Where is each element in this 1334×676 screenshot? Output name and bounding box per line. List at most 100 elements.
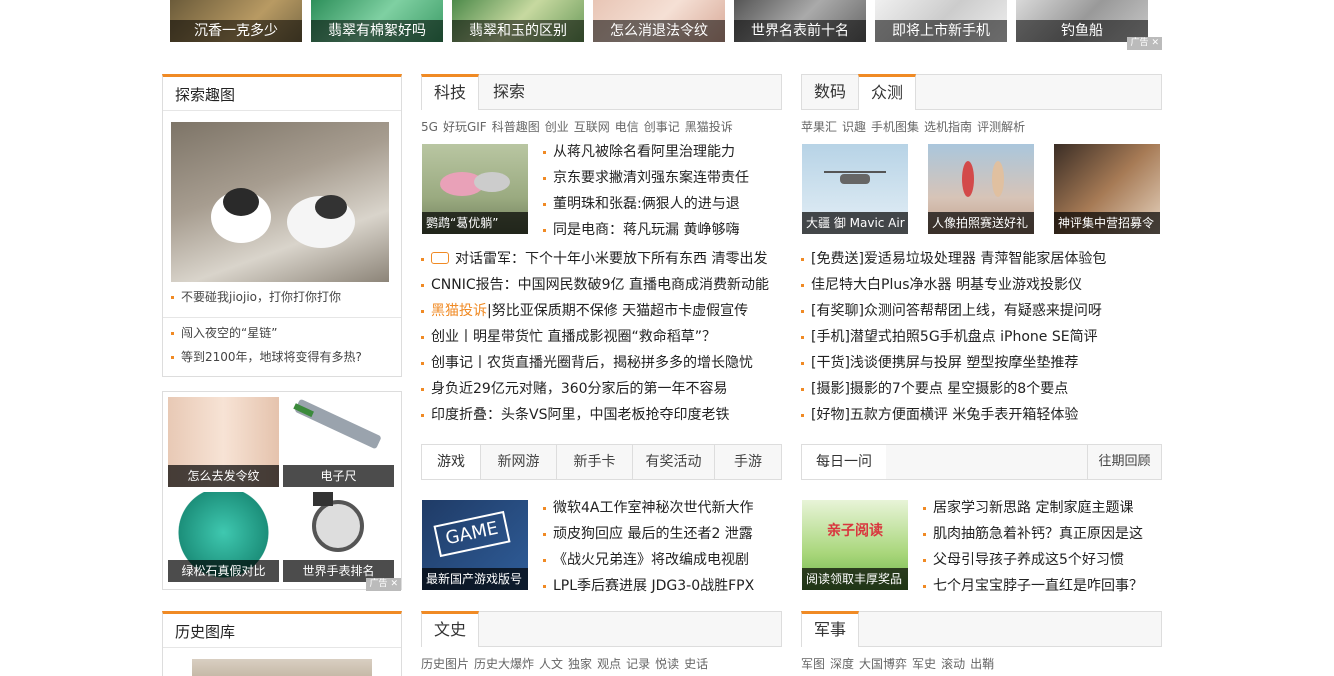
past-issues-link[interactable]: 往期回顾	[1087, 445, 1161, 479]
ad-card[interactable]: 绿松石真假对比	[168, 492, 279, 582]
news-item[interactable]: [摄影]摄影的7个要点 星空摄影的8个要点	[801, 376, 1162, 402]
news-item[interactable]: 父母引导孩子养成这5个好习惯	[923, 547, 1163, 573]
news-item[interactable]: 印度折叠：头条VS阿里，中国老板抢夺印度老铁	[421, 402, 782, 428]
ad-label: 广告	[369, 579, 388, 589]
tag-link[interactable]: 选机指南	[924, 120, 972, 134]
parrot-image[interactable]: 鹦鹉“葛优躺”	[422, 144, 528, 234]
tab-digital[interactable]: 数码	[802, 74, 858, 110]
news-item[interactable]: 肌肉抽筋急着补钙？真正原因是这	[923, 521, 1163, 547]
ad-card[interactable]: 沉香一克多少	[170, 0, 302, 42]
news-item[interactable]: [手机]潜望式拍照5G手机盘点 iPhone SE简评	[801, 324, 1162, 350]
list-item[interactable]: 等到2100年，地球将变得有多热?	[171, 345, 396, 369]
tag-link[interactable]: 5G	[421, 120, 438, 134]
news-item[interactable]: LPL季后赛进展 JDG3-0战胜FPX	[543, 573, 783, 599]
news-item[interactable]: CNNIC报告：中国网民数破9亿 直播电商成消费新动能	[421, 272, 782, 298]
list-item[interactable]: 闯入夜空的“星链”	[171, 321, 396, 345]
game-image[interactable]: GAME 最新国产游戏版号	[422, 500, 528, 590]
tab-culture[interactable]: 文史	[421, 611, 479, 647]
tag-link[interactable]: 史话	[684, 657, 708, 671]
military-tabbar: 军事	[801, 611, 1162, 647]
news-item[interactable]: 京东要求撇清刘强东案连带责任	[543, 165, 783, 191]
news-item[interactable]: 居家学习新思路 定制家庭主题课	[923, 495, 1163, 521]
close-icon[interactable]: ✕	[1151, 38, 1159, 48]
ad-card-label: 沉香一克多少	[170, 20, 302, 42]
news-item[interactable]: 从蒋凡被除名看阿里治理能力	[543, 139, 783, 165]
tag-link[interactable]: 创事记	[644, 120, 680, 134]
tag-link[interactable]: 创业	[545, 120, 569, 134]
tag-link[interactable]: 军史	[912, 657, 936, 671]
news-item[interactable]: [好物]五款方便面横评 米兔手表开箱轻体验	[801, 402, 1162, 428]
history-image[interactable]	[192, 659, 372, 676]
news-item[interactable]: 《战火兄弟连》将改编成电视剧	[543, 547, 783, 573]
news-item[interactable]: 黑猫投诉|努比亚保质期不保修 天猫超市卡虚假宣传	[421, 298, 782, 324]
ad-card[interactable]: 即将上市新手机	[875, 0, 1007, 42]
news-item[interactable]: 创业丨明星带货忙 直播成影视圈“救命稻草”？	[421, 324, 782, 350]
tag-link[interactable]: 滚动	[941, 657, 965, 671]
tab-military[interactable]: 军事	[801, 611, 859, 647]
ad-card[interactable]: 世界手表排名	[283, 492, 394, 582]
cats-image[interactable]	[171, 122, 389, 282]
drone-illustration	[824, 171, 886, 184]
ad-card[interactable]: 世界名表前十名	[734, 0, 866, 42]
tab-crowdtest[interactable]: 众测	[858, 74, 916, 110]
news-item[interactable]: 对话雷军：下个十年小米要放下所有东西 清零出发	[421, 246, 782, 272]
tag-link[interactable]: 评测解析	[977, 120, 1025, 134]
news-item[interactable]: 顽皮狗回应 最后的生还者2 泄露	[543, 521, 783, 547]
tab-prize-events[interactable]: 有奖活动	[632, 445, 714, 479]
tag-link[interactable]: 识趣	[842, 120, 866, 134]
ad-card-label: 怎么消退法令纹	[593, 20, 725, 42]
tag-link[interactable]: 独家	[568, 657, 592, 671]
tag-link[interactable]: 人文	[539, 657, 563, 671]
tag-link[interactable]: 大国博弈	[859, 657, 907, 671]
drone-image[interactable]: 大疆 御 Mavic Air	[802, 144, 908, 234]
tag-link[interactable]: 记录	[626, 657, 650, 671]
news-item[interactable]: 七个月宝宝脖子一直红是咋回事？	[923, 573, 1163, 599]
left-ad-grid: 怎么去发令纹 电子尺 绿松石真假对比 世界手表排名 广告 ✕	[162, 391, 402, 591]
portrait-image[interactable]: 人像拍照赛送好礼	[928, 144, 1034, 234]
ad-card[interactable]: 电子尺	[283, 397, 394, 487]
news-item[interactable]: [有奖聊]众测问答帮帮团上线，有疑惑来提问呀	[801, 298, 1162, 324]
news-item[interactable]: 身负近29亿元对赌，360分家后的第一年不容易	[421, 376, 782, 402]
tag-link[interactable]: 出鞘	[970, 657, 994, 671]
ad-card[interactable]: 怎么去发令纹	[168, 397, 279, 487]
list-item[interactable]: 不要碰我jiojio，打你打你打你	[171, 285, 396, 309]
tag-link[interactable]: 苹果汇	[801, 120, 837, 134]
ad-card[interactable]: 钓鱼船	[1016, 0, 1148, 42]
tab-explore[interactable]: 探索	[480, 74, 538, 110]
tab-starter-cards[interactable]: 新手卡	[556, 445, 632, 479]
news-item[interactable]: [干货]浅谈便携屏与投屏 塑型按摩坐垫推荐	[801, 350, 1162, 376]
news-item[interactable]: 佳尼特大白Plus净水器 明基专业游戏投影仪	[801, 272, 1162, 298]
tag-link[interactable]: 观点	[597, 657, 621, 671]
tag-link[interactable]: 历史图片	[421, 657, 469, 671]
tab-games[interactable]: 游戏	[422, 445, 480, 479]
news-item[interactable]: 董明珠和张磊:俩狠人的进与退	[543, 191, 783, 217]
tab-new-online-games[interactable]: 新网游	[480, 445, 556, 479]
tag-link[interactable]: 历史大爆炸	[474, 657, 534, 671]
news-highlight[interactable]: 黑猫投诉	[431, 303, 487, 319]
divider	[163, 317, 401, 318]
ad-card[interactable]: 翡翠有棉絮好吗	[311, 0, 443, 42]
tag-link[interactable]: 黑猫投诉	[685, 120, 733, 134]
tab-mobile-games[interactable]: 手游	[714, 445, 781, 479]
reading-image[interactable]: 亲子阅读 阅读领取丰厚奖品	[802, 500, 908, 590]
cats-illustration	[211, 188, 355, 248]
news-item[interactable]: 微软4A工作室神秘次世代新大作	[543, 495, 783, 521]
culture-tags: 历史图片 历史大爆炸 人文 独家 观点 记录 悦读 史话	[421, 655, 713, 672]
tag-link[interactable]: 互联网	[574, 120, 610, 134]
tag-link[interactable]: 悦读	[655, 657, 679, 671]
ad-card[interactable]: 怎么消退法令纹	[593, 0, 725, 42]
news-item[interactable]: [免费送]爱适易垃圾处理器 青萍智能家居体验包	[801, 246, 1162, 272]
news-item[interactable]: 创事记丨农货直播光圈背后，揭秘拼多多的增长隐忧	[421, 350, 782, 376]
news-item[interactable]: 同是电商：蒋凡玩漏 黄峥够嗨	[543, 217, 783, 243]
tab-tech[interactable]: 科技	[421, 74, 479, 110]
tag-link[interactable]: 深度	[830, 657, 854, 671]
tag-link[interactable]: 好玩GIF	[443, 120, 487, 134]
tab-daily-question[interactable]: 每日一问	[802, 445, 886, 479]
close-icon[interactable]: ✕	[390, 579, 398, 589]
tag-link[interactable]: 电信	[615, 120, 639, 134]
tag-link[interactable]: 科普趣图	[492, 120, 540, 134]
tag-link[interactable]: 手机图集	[871, 120, 919, 134]
tag-link[interactable]: 军图	[801, 657, 825, 671]
review-image[interactable]: 神评集中营招募令	[1054, 144, 1160, 234]
ad-card[interactable]: 翡翠和玉的区别	[452, 0, 584, 42]
